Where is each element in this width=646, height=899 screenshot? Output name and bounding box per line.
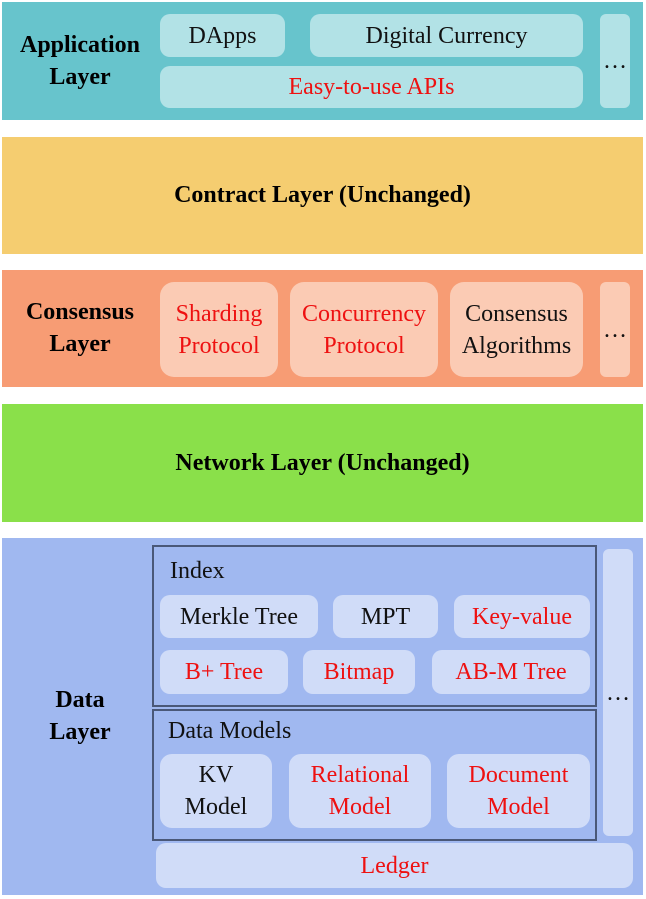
consensus-layer: Consensus Layer Sharding Protocol Concur… xyxy=(2,270,643,387)
network-layer-label: Network Layer (Unchanged) xyxy=(175,449,470,476)
document-model-box: Document Model xyxy=(447,754,590,828)
data-more-box: … xyxy=(603,549,633,836)
merkle-tree-box: Merkle Tree xyxy=(160,595,318,638)
consensus-more-box: … xyxy=(600,282,630,377)
data-layer-label: Data Layer xyxy=(49,687,111,745)
kv-model-box: KV Model xyxy=(160,754,272,828)
contract-layer-label: Contract Layer (Unchanged) xyxy=(174,182,471,208)
index-title: Index xyxy=(170,558,225,584)
application-layer: Application Layer DApps Digital Currency… xyxy=(2,2,643,120)
network-layer: Network Layer (Unchanged) xyxy=(2,404,643,522)
concurrency-protocol-box: Concurrency Protocol xyxy=(290,282,438,377)
data-models-title: Data Models xyxy=(168,718,292,744)
digital-currency-box: Digital Currency xyxy=(310,14,583,57)
relational-model-box: Relational Model xyxy=(289,754,431,828)
bplus-tree-box: B+ Tree xyxy=(160,650,288,694)
application-more-box: … xyxy=(600,14,630,108)
mpt-box: MPT xyxy=(333,595,438,638)
consensus-layer-label: Consensus Layer xyxy=(25,299,135,357)
abm-tree-box: AB-M Tree xyxy=(432,650,590,694)
application-layer-label: Application Layer xyxy=(19,32,141,90)
key-value-box: Key-value xyxy=(454,595,590,638)
contract-layer: Contract Layer (Unchanged) xyxy=(2,137,643,254)
dapps-box: DApps xyxy=(160,14,285,57)
ledger-box: Ledger xyxy=(156,843,633,888)
consensus-algorithms-box: Consensus Algorithms xyxy=(450,282,583,377)
bitmap-box: Bitmap xyxy=(303,650,415,694)
sharding-protocol-box: Sharding Protocol xyxy=(160,282,278,377)
easy-apis-box: Easy-to-use APIs xyxy=(160,66,583,108)
data-layer: Data Layer Index Merkle Tree MPT Key-val… xyxy=(2,538,643,895)
